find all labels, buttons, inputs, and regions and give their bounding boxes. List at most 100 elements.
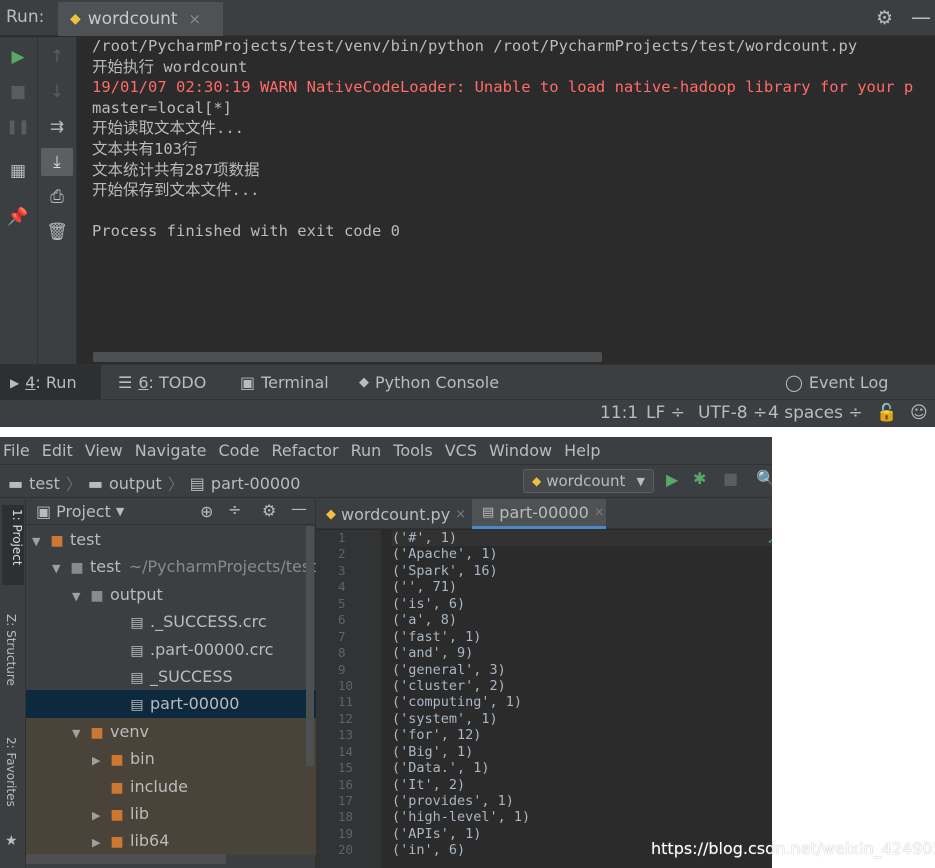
- code-line: ('#', 1): [392, 530, 772, 547]
- tree-item[interactable]: ▤ ._SUCCESS.crc: [26, 608, 316, 635]
- speech-bubble-icon: ◯: [785, 373, 803, 392]
- locate-icon[interactable]: ⊕: [200, 502, 213, 521]
- tab-wordcount-py[interactable]: ◆ wordcount.py ×: [316, 499, 468, 529]
- tree-item-label: bin: [130, 749, 155, 769]
- search-icon[interactable]: 🔍: [756, 469, 772, 488]
- line-separator[interactable]: LF ÷: [646, 403, 685, 423]
- console-horizontal-scrollbar[interactable]: [93, 352, 602, 362]
- tree-item[interactable]: ▼ ■ output: [26, 581, 316, 608]
- run-icon[interactable]: ▶: [666, 470, 678, 489]
- scroll-to-end-icon[interactable]: ⤓: [41, 148, 73, 176]
- tree-horizontal-scrollbar[interactable]: [26, 854, 226, 864]
- tab-python-console[interactable]: ◆ Python Console: [359, 365, 499, 400]
- close-icon[interactable]: ×: [189, 10, 202, 28]
- pause-icon[interactable]: ❚❚: [5, 114, 31, 140]
- editor-area: ◆ wordcount.py × ▤ part-00000 × 12345678…: [316, 499, 772, 868]
- print-icon[interactable]: ⎙: [44, 184, 70, 210]
- close-icon[interactable]: ×: [455, 507, 466, 522]
- tab-part-00000[interactable]: ▤ part-00000 ×: [472, 499, 606, 529]
- soft-wrap-icon[interactable]: ⇉: [44, 114, 70, 140]
- star-icon[interactable]: ★: [5, 833, 18, 849]
- minimize-icon[interactable]: —: [291, 499, 307, 518]
- menu-item-tools[interactable]: Tools: [393, 441, 432, 460]
- trash-icon[interactable]: 🗑: [44, 219, 70, 245]
- stripe-project[interactable]: 1: Project: [2, 505, 24, 585]
- editor-tabs: ◆ wordcount.py × ▤ part-00000 ×: [316, 499, 772, 529]
- menu-item-window[interactable]: Window: [489, 441, 552, 460]
- stop-icon[interactable]: ■: [5, 79, 31, 105]
- expand-arrow-icon[interactable]: ▼: [72, 720, 88, 747]
- tree-item[interactable]: ■ include: [26, 772, 316, 800]
- project-view-select[interactable]: ▣ Project ▼: [36, 502, 124, 521]
- collapse-arrow-icon[interactable]: ▶: [92, 802, 108, 829]
- expand-arrow-icon[interactable]: ▼: [32, 528, 48, 555]
- tree-item[interactable]: ▶ ■ bin: [26, 745, 316, 774]
- tab-run[interactable]: ▶ 4: Run: [0, 365, 101, 400]
- indent-setting[interactable]: 4 spaces ÷: [768, 403, 863, 423]
- menu-item-navigate[interactable]: Navigate: [135, 441, 207, 460]
- code-line: ('general', 3): [392, 661, 506, 678]
- breadcrumb-part[interactable]: part-00000: [211, 474, 300, 493]
- stripe-favorites[interactable]: 2: Favorites: [4, 737, 18, 807]
- collapse-arrow-icon[interactable]: ▶: [92, 829, 108, 856]
- tab-todo[interactable]: ☰ 6: TODO: [118, 365, 206, 400]
- restore-layout-icon[interactable]: ▦: [5, 158, 31, 184]
- gear-icon[interactable]: ⚙: [262, 501, 276, 520]
- code-line: ('a', 8): [392, 612, 458, 629]
- code-line: ('It', 2): [392, 776, 466, 793]
- tree-item[interactable]: ▤ _SUCCESS: [26, 663, 316, 690]
- console-output[interactable]: /root/PycharmProjects/test/venv/bin/pyth…: [92, 36, 935, 356]
- tree-item[interactable]: ▼ ■ test: [26, 526, 316, 553]
- tree-item[interactable]: ▶ ■ lib: [26, 799, 316, 829]
- caret-position[interactable]: 11:1: [600, 403, 638, 423]
- python-file-icon: ◆: [326, 506, 336, 522]
- run-tool-window: Run: ◆ wordcount × ⚙ — ▶ ■ ❚❚ ▦ 📌 ↑ ↓ ⇉ …: [0, 0, 935, 427]
- tab-event-log[interactable]: ◯ Event Log: [785, 365, 888, 400]
- tree-vertical-scrollbar[interactable]: [306, 526, 314, 766]
- tree-item[interactable]: ▤ part-00000: [26, 690, 316, 718]
- breadcrumb-output[interactable]: output: [109, 474, 162, 493]
- menu-item-vcs[interactable]: VCS: [445, 441, 477, 460]
- tree-item[interactable]: ▤ .part-00000.crc: [26, 636, 316, 663]
- file-encoding[interactable]: UTF-8 ÷: [698, 403, 767, 423]
- up-arrow-icon[interactable]: ↑: [44, 44, 70, 70]
- tree-item[interactable]: ▶ ■ lib64: [26, 827, 316, 856]
- line-number: 12: [338, 710, 354, 726]
- code-line: ('cluster', 2): [392, 677, 506, 694]
- menu-item-help[interactable]: Help: [564, 441, 600, 460]
- collapse-all-icon[interactable]: ÷: [228, 500, 241, 519]
- debug-icon[interactable]: ✱: [693, 469, 706, 488]
- run-config-select[interactable]: ◆ wordcount ▼: [523, 469, 654, 493]
- minimize-icon[interactable]: —: [911, 5, 931, 29]
- console-line: Process finished with exit code 0: [92, 222, 400, 241]
- tree-item[interactable]: ▼ ■ test ~/PycharmProjects/test: [26, 553, 316, 580]
- menu-item-code[interactable]: Code: [219, 441, 260, 460]
- menu-item-edit[interactable]: Edit: [42, 441, 73, 460]
- menu-item-view[interactable]: View: [85, 441, 123, 460]
- gear-icon[interactable]: ⚙: [876, 7, 893, 29]
- pin-icon[interactable]: 📌: [5, 204, 31, 230]
- collapse-arrow-icon[interactable]: ▶: [92, 747, 108, 774]
- expand-arrow-icon[interactable]: ▼: [72, 583, 88, 610]
- close-icon[interactable]: ×: [594, 505, 605, 520]
- hector-icon[interactable]: ☺: [910, 403, 928, 423]
- rerun-icon[interactable]: ▶: [5, 44, 31, 70]
- menu-item-file[interactable]: File: [3, 441, 30, 460]
- stop-icon[interactable]: ■: [723, 469, 738, 488]
- menu-item-refactor[interactable]: Refactor: [271, 441, 338, 460]
- breadcrumb-test[interactable]: test: [29, 474, 60, 493]
- console-line: 开始执行 wordcount: [92, 57, 248, 76]
- code-line: ('high-level', 1): [392, 809, 531, 826]
- lock-icon[interactable]: 🔓: [876, 403, 897, 423]
- line-number: 16: [338, 776, 354, 792]
- down-arrow-icon[interactable]: ↓: [44, 79, 70, 105]
- run-tab-wordcount[interactable]: ◆ wordcount ×: [58, 2, 223, 36]
- tree-item[interactable]: ▼ ■ venv: [26, 717, 316, 747]
- menu-item-run[interactable]: Run: [351, 441, 382, 460]
- expand-arrow-icon[interactable]: ▼: [52, 555, 68, 582]
- tab-terminal[interactable]: ▣ Terminal: [240, 365, 329, 400]
- code-line: ('and', 9): [392, 645, 474, 662]
- stripe-structure[interactable]: Z: Structure: [4, 614, 18, 686]
- tree-item-label: .part-00000.crc: [150, 639, 274, 659]
- code-editor[interactable]: ('#', 1) ('Apache', 1) ('Spark', 16) ('', 7…: [392, 530, 772, 868]
